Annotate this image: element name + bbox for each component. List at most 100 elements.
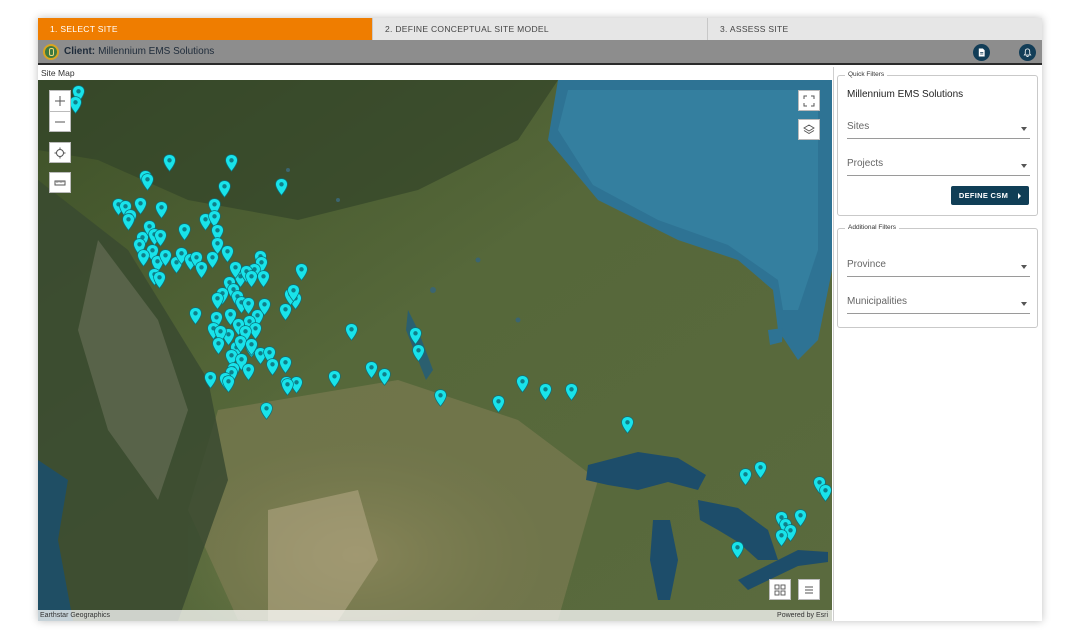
site-marker-icon[interactable] [266,358,279,376]
fullscreen-button[interactable] [798,90,820,111]
chevron-down-icon [1021,265,1027,269]
site-marker-icon[interactable] [279,356,292,374]
filter-client-name: Millennium EMS Solutions [847,89,964,100]
chevron-right-icon [1018,192,1022,199]
province-placeholder: Province [847,259,886,270]
site-marker-icon[interactable] [739,468,752,486]
site-marker-icon[interactable] [258,298,271,316]
workflow-stepper: 1. SELECT SITE 2. DEFINE CONCEPTUAL SITE… [38,18,1042,40]
municipalities-placeholder: Municipalities [847,296,908,307]
step-select-site[interactable]: 1. SELECT SITE [38,18,373,40]
site-marker-icon[interactable] [378,368,391,386]
site-marker-icon[interactable] [621,416,634,434]
site-marker-icon[interactable] [206,251,219,269]
sites-select[interactable]: Sites [847,119,1030,139]
sites-placeholder: Sites [847,121,870,132]
site-marker-icon[interactable] [281,378,294,396]
site-marker-icon[interactable] [257,270,270,288]
measure-button[interactable] [49,172,71,193]
client-header: Client: Millennium EMS Solutions [38,40,1042,65]
site-marker-icon[interactable] [565,383,578,401]
client-logo-icon [43,43,59,60]
locate-button[interactable] [49,142,71,163]
zoom-out-icon [55,121,65,122]
report-button[interactable] [973,44,990,61]
zoom-out-button[interactable] [49,111,71,132]
locate-icon [54,147,66,158]
site-marker-icon[interactable] [275,178,288,196]
report-icon [978,48,985,57]
site-marker-icon[interactable] [328,370,341,388]
site-marker-icon[interactable] [211,292,224,310]
site-marker-icon[interactable] [137,249,150,267]
site-marker-icon[interactable] [225,154,238,172]
step-assess-site[interactable]: 3. ASSESS SITE [708,18,1042,40]
site-marker-icon[interactable] [365,361,378,379]
define-csm-button[interactable]: DEFINE CSM [951,186,1029,205]
satellite-basemap [38,80,832,621]
municipalities-select[interactable]: Municipalities [847,294,1030,314]
site-marker-icon[interactable] [731,541,744,559]
site-marker-icon[interactable] [539,383,552,401]
site-marker-icon[interactable] [819,484,832,502]
esri-attribution[interactable]: Powered by Esri [777,610,828,621]
site-marker-icon[interactable] [153,271,166,289]
bell-icon [1023,48,1032,57]
site-marker-icon[interactable] [409,327,422,345]
filter-panel: Quick Filters Millennium EMS Solutions S… [833,67,1042,621]
zoom-in-button[interactable] [49,90,71,111]
site-marker-icon[interactable] [212,337,225,355]
step-define-csm[interactable]: 2. DEFINE CONCEPTUAL SITE MODEL [373,18,708,40]
site-marker-icon[interactable] [163,154,176,172]
site-marker-icon[interactable] [412,344,425,362]
site-marker-icon[interactable] [141,173,154,191]
province-select[interactable]: Province [847,257,1030,277]
app-window: 1. SELECT SITE 2. DEFINE CONCEPTUAL SITE… [38,18,1042,621]
map-attribution: Earthstar Geographics [38,610,832,621]
site-marker-icon[interactable] [222,375,235,393]
site-marker-icon[interactable] [775,529,788,547]
client-name: Millennium EMS Solutions [98,46,215,57]
list-icon [805,586,813,593]
map-title: Site Map [38,67,832,80]
list-button[interactable] [798,579,820,600]
site-marker-icon[interactable] [122,213,135,231]
site-marker-icon[interactable] [287,284,300,302]
additional-filters-group: Additional Filters Province Municipaliti… [837,224,1038,328]
site-marker-icon[interactable] [178,223,191,241]
projects-placeholder: Projects [847,158,884,169]
layers-icon [803,123,815,134]
site-marker-icon[interactable] [204,371,217,389]
site-marker-icon[interactable] [434,389,447,407]
zoom-in-icon [55,96,65,106]
site-marker-icon[interactable] [218,180,231,198]
site-marker-icon[interactable] [295,263,308,281]
define-csm-label: DEFINE CSM [958,191,1009,200]
site-marker-icon[interactable] [492,395,505,413]
chevron-down-icon [1021,127,1027,131]
site-marker-icon[interactable] [189,307,202,325]
site-marker-icon[interactable] [794,509,807,527]
site-marker-icon[interactable] [279,303,292,321]
site-marker-icon[interactable] [260,402,273,420]
quick-filters-group: Quick Filters Millennium EMS Solutions S… [837,71,1038,216]
additional-filters-legend: Additional Filters [845,224,900,231]
measure-icon [54,180,66,185]
chevron-down-icon [1021,164,1027,168]
site-marker-icon[interactable] [245,338,258,356]
site-marker-icon[interactable] [516,375,529,393]
grid-button[interactable] [769,579,791,600]
client-label: Client: [64,46,96,57]
fullscreen-icon [803,95,815,106]
projects-select[interactable]: Projects [847,156,1030,176]
site-marker-icon[interactable] [155,201,168,219]
quick-filters-legend: Quick Filters [845,71,888,78]
site-marker-icon[interactable] [345,323,358,341]
grid-icon [774,584,786,595]
chevron-down-icon [1021,302,1027,306]
site-marker-icon[interactable] [242,363,255,381]
layers-button[interactable] [798,119,820,140]
notifications-button[interactable] [1019,44,1036,61]
site-marker-icon[interactable] [754,461,767,479]
site-map[interactable]: Earthstar Geographics Powered by Esri [38,80,832,621]
